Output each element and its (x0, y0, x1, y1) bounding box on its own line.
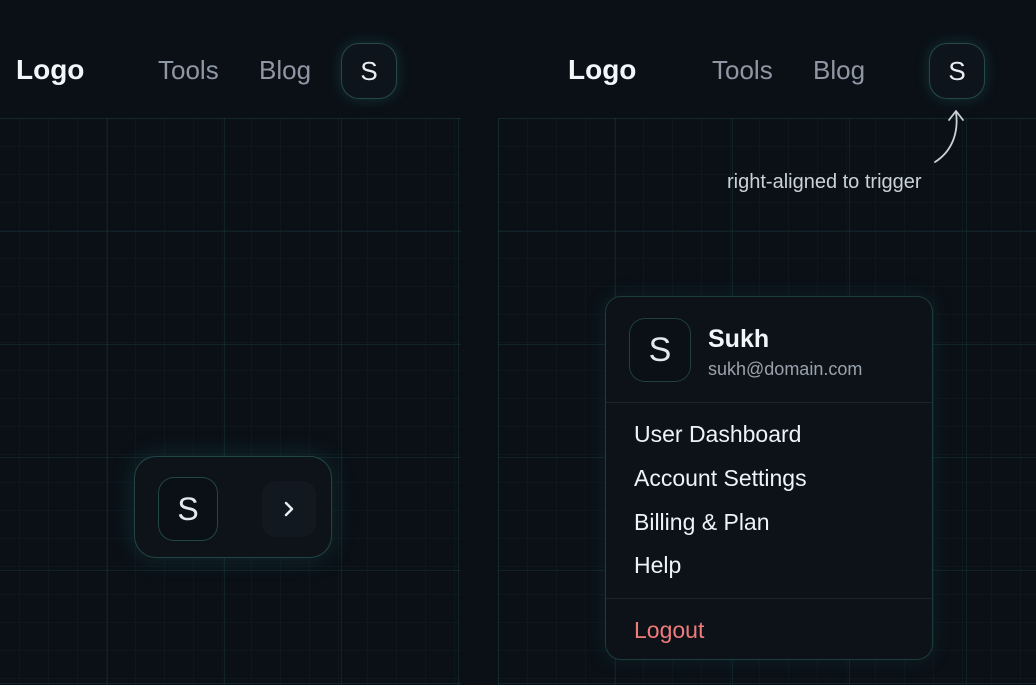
user-name: Sukh (708, 325, 770, 353)
user-email: sukh@domain.com (708, 359, 863, 379)
left-logo[interactable]: Logo (16, 54, 84, 86)
right-avatar-trigger[interactable]: S (929, 43, 985, 99)
avatar-initial: S (948, 55, 966, 86)
avatar-initial: S (360, 55, 378, 86)
menu-item-user-dashboard[interactable]: User Dashboard (634, 421, 801, 448)
avatar-initial: S (648, 330, 672, 369)
collapsed-avatar[interactable]: S (158, 477, 218, 541)
left-grid-background (0, 118, 461, 685)
chevron-right-icon (284, 501, 294, 517)
annotation-label: right-aligned to trigger (727, 171, 922, 193)
right-nav-tools[interactable]: Tools (712, 55, 773, 86)
collapsed-user-menu: S (134, 456, 332, 558)
divider (606, 598, 932, 599)
avatar-initial: S (177, 490, 199, 527)
menu-item-account-settings[interactable]: Account Settings (634, 465, 807, 492)
annotation-arrow-icon (934, 110, 964, 163)
user-dropdown-menu: S Sukh sukh@domain.com User Dashboard Ac… (605, 296, 933, 660)
dropdown-avatar: S (629, 318, 691, 382)
left-nav-blog[interactable]: Blog (259, 55, 311, 86)
menu-item-help[interactable]: Help (634, 552, 681, 579)
expand-menu-button[interactable] (262, 481, 316, 537)
left-avatar-button[interactable]: S (341, 43, 397, 99)
menu-item-billing-plan[interactable]: Billing & Plan (634, 509, 770, 536)
left-nav-tools[interactable]: Tools (158, 55, 219, 86)
logout-button[interactable]: Logout (634, 617, 704, 644)
right-logo[interactable]: Logo (568, 54, 636, 86)
divider (606, 402, 932, 403)
right-nav-blog[interactable]: Blog (813, 55, 865, 86)
